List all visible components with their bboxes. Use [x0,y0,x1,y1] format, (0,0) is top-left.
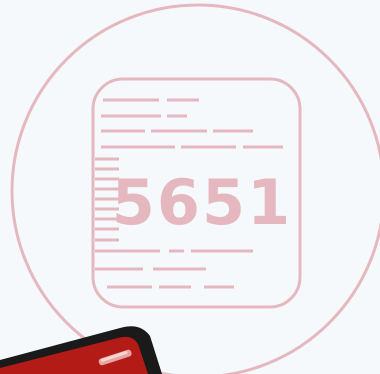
phone-device-icon [0,326,162,374]
verification-code: 5651 [112,166,293,239]
verification-illustration: 5651 [0,3,380,374]
